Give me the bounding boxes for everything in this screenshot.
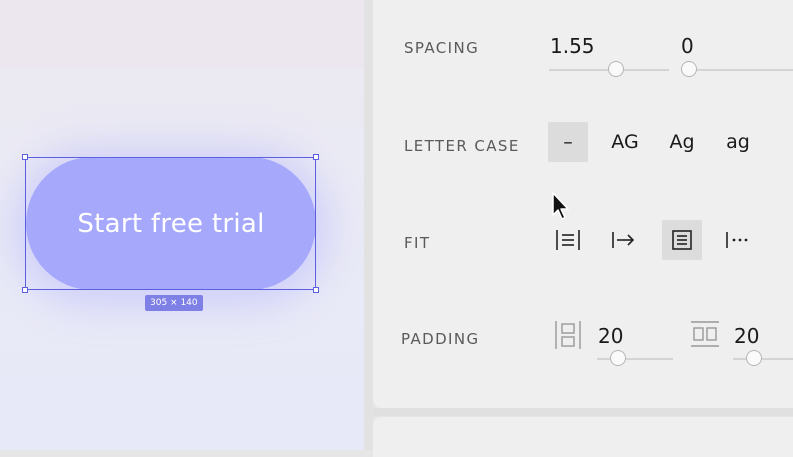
padding-vertical-value[interactable]: 20: [598, 324, 623, 348]
panel-separator: [373, 408, 793, 416]
padding-vertical-icon: [555, 321, 581, 349]
resize-handle-bottom-left[interactable]: [22, 287, 28, 293]
letter-spacing-slider-thumb[interactable]: [681, 61, 697, 77]
button-text[interactable]: Start free trial: [77, 209, 264, 239]
fit-truncate-button[interactable]: [718, 220, 758, 260]
text-block-icon: [672, 230, 692, 250]
resize-handle-bottom-right[interactable]: [313, 287, 319, 293]
resize-handle-top-right[interactable]: [313, 154, 319, 160]
spacing-label: SPACING: [404, 39, 480, 57]
padding-vertical-slider-track[interactable]: [597, 358, 673, 360]
case-title-button[interactable]: Ag: [660, 122, 704, 162]
arrow-right-bar-icon: [612, 232, 635, 248]
letter-spacing-slider-track[interactable]: [681, 69, 793, 71]
fit-justify-button[interactable]: [548, 220, 588, 260]
design-canvas: Start free trial 305 × 140: [0, 0, 364, 450]
size-badge: 305 × 140: [145, 295, 203, 311]
line-height-value[interactable]: 1.55: [550, 34, 595, 58]
inspector-panel-next: [373, 417, 793, 457]
padding-vertical-slider-thumb[interactable]: [610, 350, 626, 366]
panel-divider: [364, 0, 373, 450]
line-height-slider-thumb[interactable]: [608, 61, 624, 77]
case-none-button[interactable]: –: [548, 122, 588, 162]
fit-fixed-button[interactable]: [662, 220, 702, 260]
align-justify-icon: [556, 230, 580, 250]
padding-horizontal-slider-track[interactable]: [733, 358, 793, 360]
fit-label: FIT: [404, 234, 431, 252]
canvas-header-strip: [0, 0, 364, 68]
resize-handle-top-left[interactable]: [22, 154, 28, 160]
ellipsis-bar-icon: [726, 232, 748, 248]
letter-case-label: LETTER CASE: [404, 137, 520, 155]
mouse-cursor-icon: [552, 192, 569, 220]
padding-label: PADDING: [401, 330, 480, 348]
padding-horizontal-value[interactable]: 20: [734, 324, 759, 348]
start-trial-button-layer[interactable]: Start free trial: [26, 157, 316, 290]
letter-spacing-value[interactable]: 0: [681, 34, 694, 58]
case-upper-button[interactable]: AG: [603, 122, 647, 162]
case-lower-button[interactable]: ag: [716, 122, 760, 162]
padding-horizontal-icon: [691, 321, 719, 347]
padding-horizontal-slider-thumb[interactable]: [746, 350, 762, 366]
fit-grow-button[interactable]: [604, 220, 644, 260]
